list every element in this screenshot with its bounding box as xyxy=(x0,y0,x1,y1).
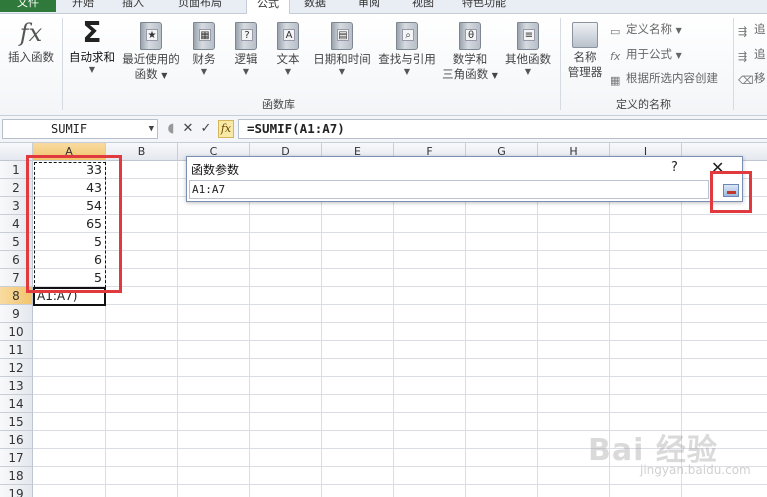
row-header-13[interactable]: 13 xyxy=(0,377,33,395)
insert-function-button[interactable]: fx 插入函数 xyxy=(2,18,60,65)
tab-view[interactable]: 视图 xyxy=(406,0,440,12)
trace-dependents-button[interactable]: ⇶ 追 xyxy=(738,45,766,63)
tab-file[interactable]: 文件 xyxy=(0,0,56,12)
tab-home[interactable]: 开始 xyxy=(66,0,100,12)
row-header-14[interactable]: 14 xyxy=(0,395,33,413)
tab-insert[interactable]: 插入 xyxy=(116,0,150,12)
autosum-button[interactable]: Σ 自动求和 ▼ xyxy=(64,18,120,75)
lookup-button[interactable]: ⌕ 查找与引用 ▼ xyxy=(376,18,438,77)
recent-functions-button[interactable]: ★ 最近使用的 函数 ▼ xyxy=(119,18,183,83)
dialog-title: 函数参数 xyxy=(191,163,240,177)
highlight-box-range xyxy=(26,155,122,293)
group-label-defined-names: 定义的名称 xyxy=(616,98,671,111)
define-name-button[interactable]: ▭ 定义名称 ▼ xyxy=(610,20,682,38)
row-header-16[interactable]: 16 xyxy=(0,431,33,449)
chevron-down-icon: ▼ xyxy=(88,65,96,74)
ribbon: fx 插入函数 Σ 自动求和 ▼ ★ 最近使用的 函数 ▼ ▦ 财务 ▼ ? 逻… xyxy=(0,14,767,116)
trace-icon: ⇶ xyxy=(738,50,748,63)
row-header-9[interactable]: 9 xyxy=(0,305,33,323)
sigma-icon: Σ xyxy=(82,16,102,49)
remove-arrows-button[interactable]: ⌫移 xyxy=(738,69,766,87)
trace-icon: ⇶ xyxy=(738,25,748,38)
other-functions-button[interactable]: ≡ 其他函数 ▼ xyxy=(500,18,556,77)
group-label-function-library: 函数库 xyxy=(262,98,295,111)
use-in-formula-button[interactable]: fx 用于公式 ▼ xyxy=(610,45,682,63)
datetime-button[interactable]: ▤ 日期和时间 ▼ xyxy=(310,18,374,77)
row-header-15[interactable]: 15 xyxy=(0,413,33,431)
enter-icon[interactable]: ✓ xyxy=(198,120,214,138)
row-header-11[interactable]: 11 xyxy=(0,341,33,359)
fx-icon: fx xyxy=(19,19,43,47)
insert-function-fx-button[interactable]: fx xyxy=(218,120,234,138)
theta-book-icon: θ xyxy=(459,22,481,50)
chevron-down-icon[interactable]: ▼ xyxy=(149,120,154,138)
formula-input[interactable]: =SUMIF(A1:A7) xyxy=(238,119,767,139)
trace-precedents-button[interactable]: ⇶ 追 xyxy=(738,20,766,38)
grid-icon: ▦ xyxy=(610,74,621,87)
row-header-18[interactable]: 18 xyxy=(0,467,33,485)
eraser-icon: ⌫ xyxy=(738,74,754,87)
grip-icon: ◖ xyxy=(167,121,175,136)
books-icon: ≡ xyxy=(517,22,539,50)
book-star-icon: ★ xyxy=(140,22,162,50)
row-header-17[interactable]: 17 xyxy=(0,449,33,467)
row-header-12[interactable]: 12 xyxy=(0,359,33,377)
finance-book-icon: ▦ xyxy=(193,22,215,50)
name-manager-icon xyxy=(572,22,598,48)
tab-special[interactable]: 特色功能 xyxy=(456,0,512,12)
cancel-icon[interactable]: ✕ xyxy=(180,120,196,138)
highlight-box-expand xyxy=(710,171,752,213)
function-arguments-dialog: 函数参数 ? ✕ A1:A7 xyxy=(186,156,743,202)
tab-data[interactable]: 数据 xyxy=(298,0,332,12)
finance-button[interactable]: ▦ 财务 ▼ xyxy=(186,18,222,77)
help-button[interactable]: ? xyxy=(671,160,678,175)
text-book-icon: A xyxy=(277,22,299,50)
fx-small-icon: fx xyxy=(610,50,621,63)
logic-button[interactable]: ? 逻辑 ▼ xyxy=(228,18,264,77)
tab-review[interactable]: 审阅 xyxy=(352,0,386,12)
name-manager-button[interactable]: 名称 管理器 xyxy=(562,18,608,80)
create-from-selection-button[interactable]: ▦ 根据所选内容创建 xyxy=(610,69,718,87)
formula-bar: SUMIF ▼ ◖ ✕ ✓ fx =SUMIF(A1:A7) xyxy=(0,116,767,143)
calendar-book-icon: ▤ xyxy=(331,22,353,50)
logic-book-icon: ? xyxy=(235,22,257,50)
tab-formulas[interactable]: 公式 xyxy=(246,0,290,15)
tab-page-layout[interactable]: 页面布局 xyxy=(172,0,228,12)
text-button[interactable]: A 文本 ▼ xyxy=(270,18,306,77)
magnifier-book-icon: ⌕ xyxy=(396,22,418,50)
row-header-10[interactable]: 10 xyxy=(0,323,33,341)
tag-icon: ▭ xyxy=(610,25,621,38)
ribbon-tabs: 文件 开始 插入 页面布局 公式 数据 审阅 视图 特色功能 xyxy=(0,0,767,15)
watermark-url: jingyan.baidu.com xyxy=(640,463,751,477)
range-input[interactable]: A1:A7 xyxy=(189,180,709,199)
row-header-19[interactable]: 19 xyxy=(0,485,33,497)
math-trig-button[interactable]: θ 数学和 三角函数 ▼ xyxy=(440,18,500,83)
name-box[interactable]: SUMIF ▼ xyxy=(2,119,158,139)
